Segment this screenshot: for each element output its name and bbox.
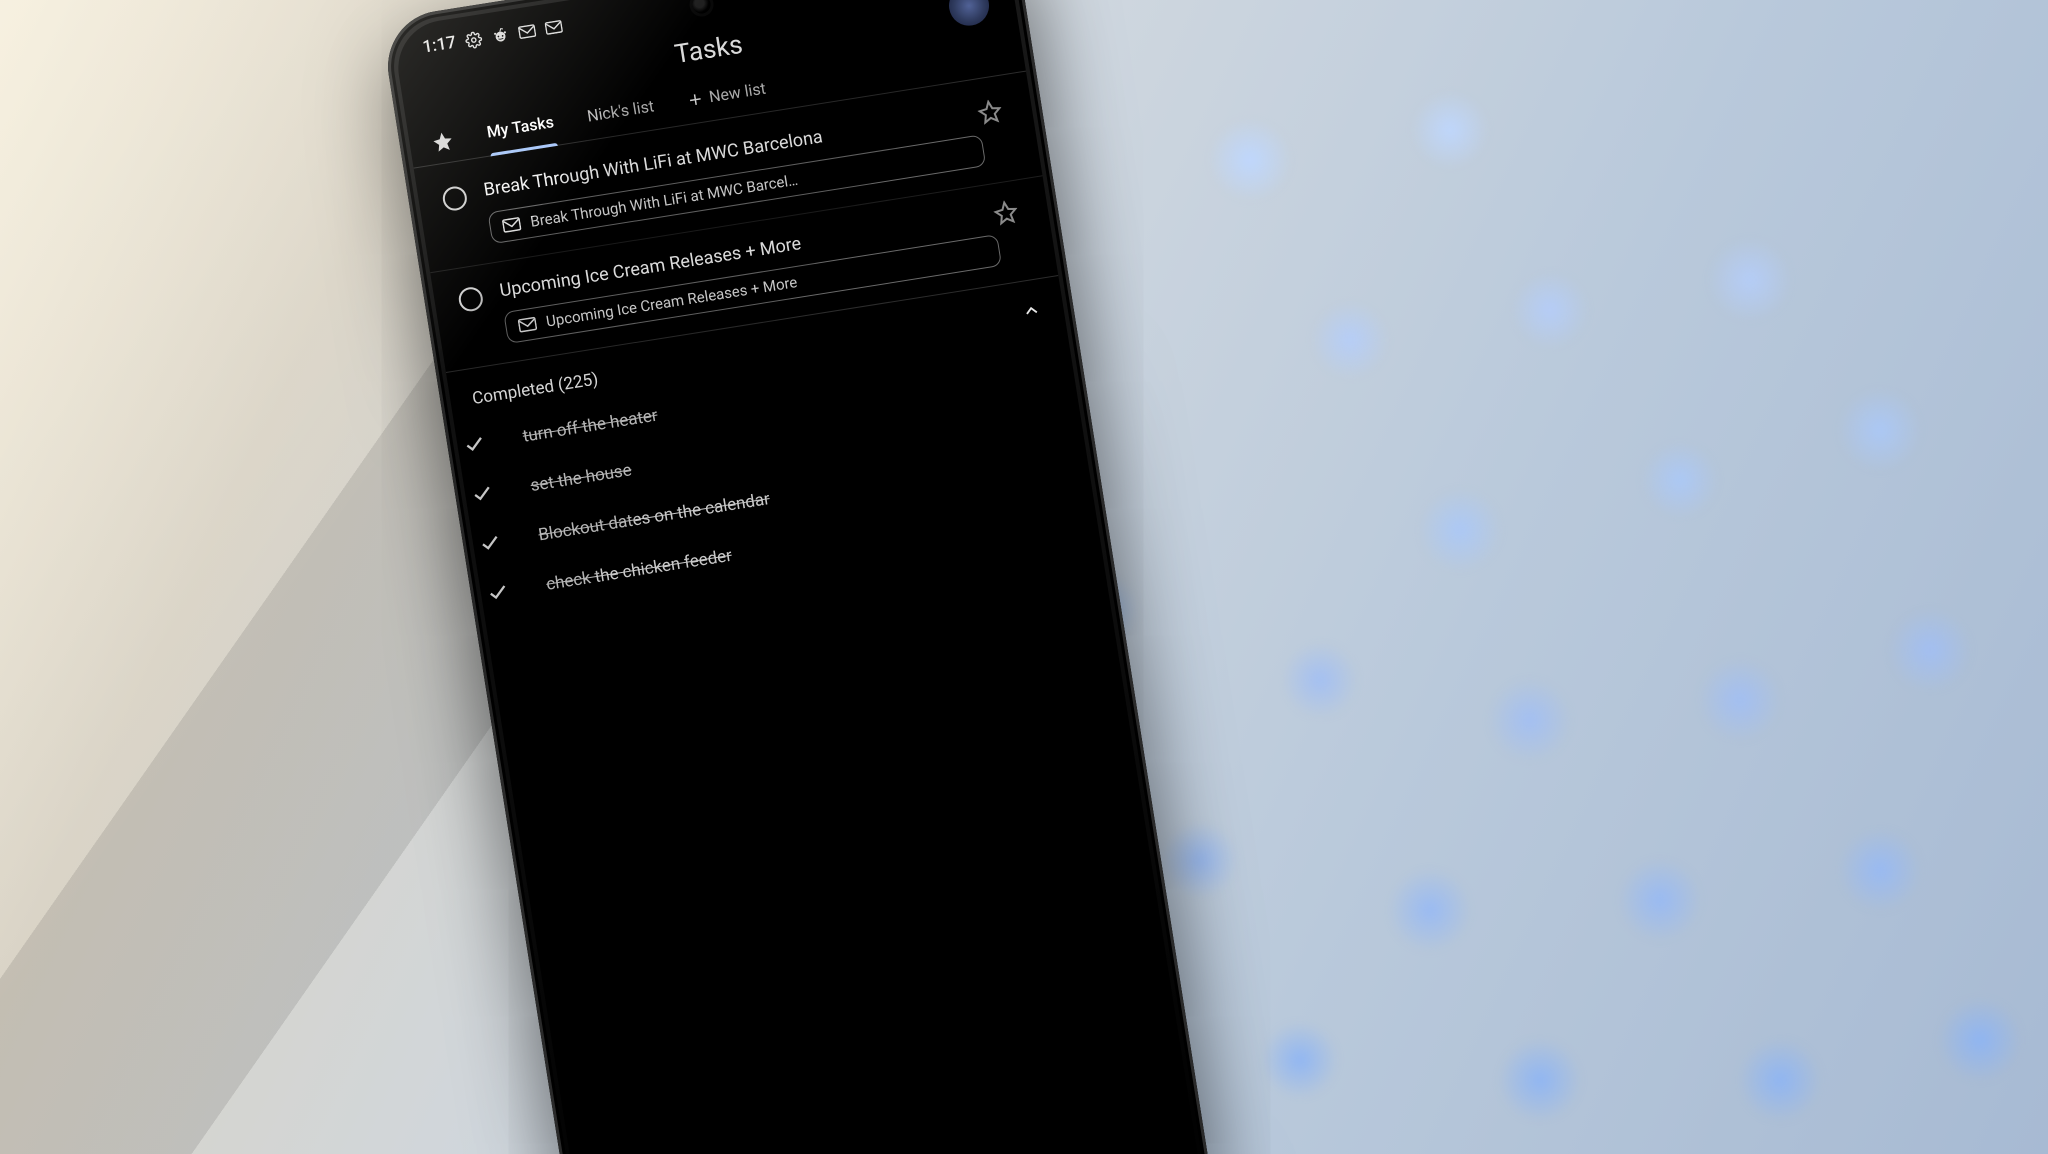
task-checkbox[interactable] — [441, 185, 468, 212]
chevron-up-icon — [1020, 299, 1043, 322]
completed-header[interactable]: Completed (225) — [446, 276, 1066, 422]
completed-label: Completed (225) — [471, 369, 600, 409]
phone-frame: 1:17 — [380, 0, 1219, 1154]
chip-text: Upcoming Ice Cream Releases + More — [545, 273, 799, 331]
account-avatar[interactable] — [946, 0, 992, 29]
completed-title: Blockout dates on the calendar — [537, 440, 1081, 545]
front-camera — [691, 0, 712, 15]
task-title: Break Through With LiFi at MWC Barcelona — [482, 102, 979, 202]
tab-my-tasks[interactable]: My Tasks — [485, 112, 557, 155]
star-button[interactable] — [992, 195, 1041, 226]
email-source-chip[interactable]: Break Through With LiFi at MWC Barcel… — [487, 134, 986, 244]
tab-new-list[interactable]: New list — [686, 79, 769, 124]
star-button[interactable] — [976, 95, 1025, 126]
status-bar: 1:17 — [391, 0, 1010, 68]
reddit-icon — [491, 26, 510, 45]
completed-title: check the chicken feeder — [545, 489, 1089, 594]
task-item[interactable]: Upcoming Ice Cream Releases + More Upcom… — [430, 176, 1058, 373]
settings-gear-icon — [464, 30, 483, 49]
new-list-label: New list — [708, 79, 767, 107]
tab-starred[interactable] — [430, 129, 457, 164]
gmail-icon-2 — [545, 19, 564, 34]
completed-title: turn off the heater — [521, 341, 1065, 446]
mail-icon — [517, 316, 537, 333]
hand-thumb — [699, 883, 1042, 1154]
plus-icon — [686, 90, 704, 108]
completed-item[interactable]: check the chicken feeder — [483, 475, 1091, 619]
tab-bar: My Tasks Nick's list New list — [406, 26, 1026, 168]
email-source-chip[interactable]: Upcoming Ice Cream Releases + More — [503, 234, 1002, 344]
gmail-icon — [518, 23, 537, 38]
task-item[interactable]: Break Through With LiFi at MWC Barcelona… — [414, 76, 1042, 273]
check-icon — [485, 574, 548, 605]
phone-screen: 1:17 — [391, 0, 1207, 1154]
check-icon — [462, 426, 525, 457]
task-checkbox[interactable] — [457, 285, 484, 312]
mail-icon — [502, 216, 522, 233]
chip-text: Break Through With LiFi at MWC Barcel… — [529, 170, 799, 230]
background-photo: 1:17 — [0, 0, 2048, 1154]
completed-item[interactable]: Blockout dates on the calendar — [475, 425, 1083, 569]
app-header: Tasks — [398, 0, 1019, 123]
status-time: 1:17 — [421, 33, 457, 58]
task-title: Upcoming Ice Cream Releases + More — [498, 202, 995, 302]
completed-list: turn off the heater set the house Blocko… — [454, 325, 1104, 659]
completed-item[interactable]: turn off the heater — [460, 326, 1068, 470]
check-icon — [478, 525, 541, 556]
app-title: Tasks — [673, 30, 745, 70]
check-icon — [470, 475, 533, 506]
task-list: Break Through With LiFi at MWC Barcelona… — [414, 72, 1059, 373]
completed-item[interactable]: set the house — [468, 376, 1076, 520]
completed-title: set the house — [529, 391, 1073, 496]
tab-nicks-list[interactable]: Nick's list — [586, 96, 658, 139]
